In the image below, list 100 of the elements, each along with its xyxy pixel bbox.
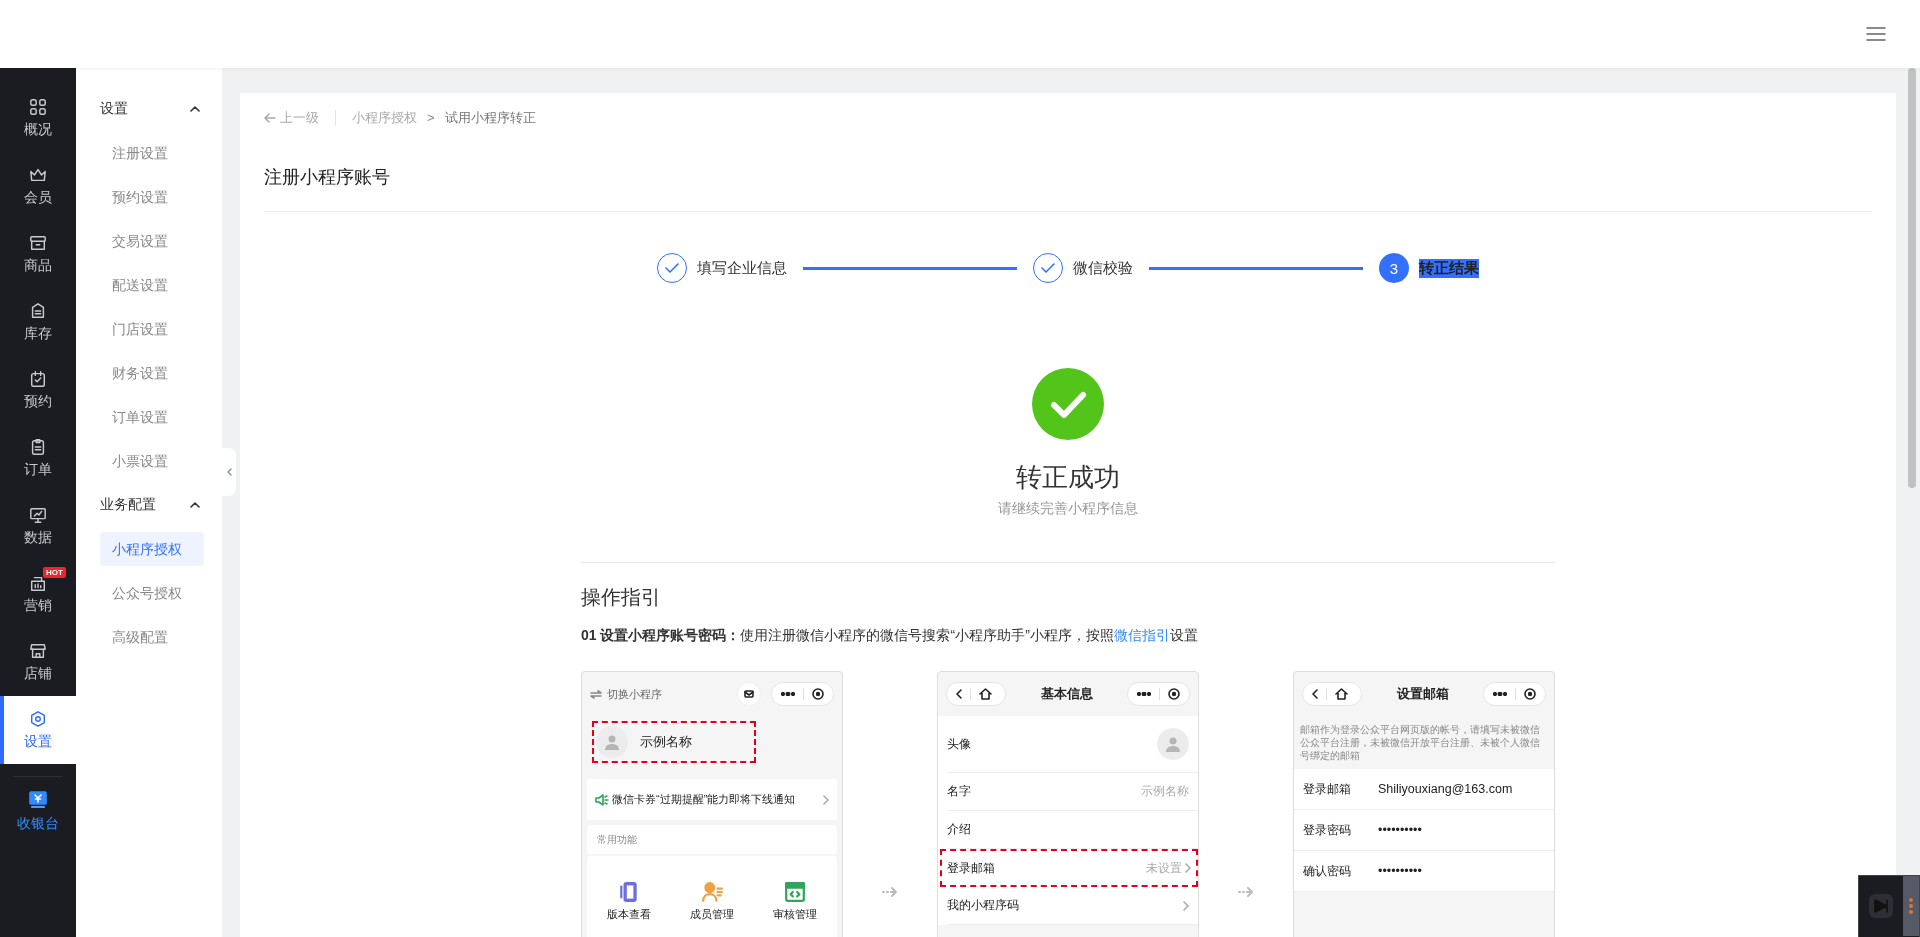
app-name: 示例名称: [640, 733, 692, 751]
breadcrumb-separator: >: [427, 109, 435, 127]
settings-icon: [29, 709, 47, 728]
nav-item[interactable]: 设置: [0, 696, 76, 764]
row-label: 介绍: [947, 821, 971, 838]
switch-label: 切换小程序: [590, 686, 662, 702]
menu-item[interactable]: 订单设置: [100, 400, 204, 434]
screen-title: 基本信息: [1040, 685, 1093, 703]
nav-item[interactable]: 订单: [0, 424, 76, 492]
guide-link[interactable]: 微信指引: [1113, 627, 1170, 643]
home-icon: [979, 688, 992, 700]
nav-label: 数据: [24, 528, 52, 547]
nav-label: 店铺: [24, 664, 52, 683]
record-icon: [1168, 688, 1180, 700]
menu-item[interactable]: 高级配置: [100, 620, 204, 654]
nav-label: 概况: [24, 120, 52, 139]
cashier-icon: [28, 789, 48, 810]
row-label: 头像: [947, 735, 971, 753]
check-icon: [665, 263, 679, 273]
row-label: 确认密码: [1303, 862, 1351, 880]
group-header[interactable]: 设置: [76, 87, 222, 131]
nav-label: 收银台: [17, 814, 59, 833]
store-icon: [29, 641, 47, 660]
step-label: 微信校验: [1073, 258, 1133, 278]
chart-icon: [29, 505, 47, 524]
nav-item[interactable]: 商品: [0, 220, 76, 288]
breadcrumb-link[interactable]: 小程序授权: [352, 109, 417, 127]
collapse-button[interactable]: [222, 448, 236, 496]
field-value: ••••••••••: [1378, 823, 1422, 837]
nav-label: 会员: [24, 188, 52, 207]
back-icon: [1312, 689, 1318, 699]
arrow-left-icon: [264, 113, 276, 123]
clipboard-icon: [29, 437, 47, 456]
person-icon: [1165, 736, 1181, 752]
function-label: 版本查看: [606, 906, 651, 922]
chevron-right-icon: [1185, 863, 1191, 873]
section-title: 操作指引: [581, 585, 662, 610]
row-label: 名字: [947, 783, 971, 800]
menu-item[interactable]: 公众号授权: [100, 576, 204, 610]
floating-widget[interactable]: [1858, 875, 1920, 937]
nav-label: 设置: [24, 732, 52, 751]
cashier-button[interactable]: 收银台: [0, 777, 76, 845]
menu-item[interactable]: 配送设置: [100, 268, 204, 302]
nav-label: 营销: [24, 596, 52, 615]
menu-item[interactable]: 财务设置: [100, 356, 204, 390]
person-icon: [604, 734, 620, 750]
nav-item[interactable]: 会员: [0, 152, 76, 220]
nav-label: 订单: [24, 460, 52, 479]
more-icon: [1493, 692, 1507, 696]
mail-icon: [744, 690, 754, 698]
dotted-arrow-icon: [1238, 886, 1254, 898]
box-icon: [29, 233, 47, 252]
step-label: 转正结果: [1419, 258, 1479, 278]
nav-item[interactable]: 预约: [0, 356, 76, 424]
group-header[interactable]: 业务配置: [76, 483, 222, 527]
chevron-up-icon: [190, 106, 200, 112]
breadcrumb-current: 试用小程序转正: [444, 109, 536, 127]
step-indicator: 3: [1379, 253, 1409, 283]
step-label: 填写企业信息: [697, 258, 787, 278]
record-icon: [812, 688, 824, 700]
field-value: ••••••••••: [1378, 864, 1422, 878]
swap-icon: [590, 689, 602, 699]
record-icon: [1524, 688, 1536, 700]
chevron-right-icon: [823, 794, 829, 805]
chevron-left-icon: [226, 468, 232, 476]
play-icon: [1867, 892, 1895, 920]
row-label: 登录邮箱: [1303, 780, 1351, 798]
field-value: Shiliyouxiang@163.com: [1378, 782, 1513, 796]
menu-item[interactable]: 小程序授权: [100, 532, 204, 566]
nav-label: 商品: [24, 256, 52, 275]
function-label: 成员管理: [690, 906, 734, 922]
menu-item[interactable]: 小票设置: [100, 444, 204, 478]
more-icon: [781, 692, 795, 696]
function-label: 审核管理: [773, 906, 818, 922]
nav-item[interactable]: HOT 营销: [0, 560, 76, 628]
chevron-up-icon: [190, 502, 200, 508]
instruction-text: 01 设置小程序账号密码：使用注册微信小程序的微信号搜索“小程序助手”小程序，按照微信指引 设置: [581, 626, 1199, 645]
nav-item[interactable]: 概况: [0, 84, 76, 152]
nav-label: 库存: [24, 324, 52, 343]
row-value: 示例名称: [1141, 783, 1189, 800]
back-icon: [956, 689, 962, 699]
menu-icon: [1866, 26, 1886, 42]
menu-item[interactable]: 门店设置: [100, 312, 204, 346]
calendar-icon: [29, 369, 47, 388]
nav-item[interactable]: 数据: [0, 492, 76, 560]
check-icon: [1041, 263, 1055, 273]
result-title: 转正成功: [1016, 461, 1120, 494]
row-label: 我的小程序码: [947, 897, 1019, 914]
menu-item[interactable]: 交易设置: [100, 224, 204, 258]
menu-item[interactable]: 预约设置: [100, 180, 204, 214]
nav-item[interactable]: 店铺: [0, 628, 76, 696]
more-vertical-icon: [1903, 876, 1919, 936]
row-label: 登录密码: [1303, 821, 1351, 839]
row-value: 未设置: [1146, 859, 1182, 877]
menu-item[interactable]: 注册设置: [100, 136, 204, 170]
speaker-icon: [595, 793, 609, 806]
nav-item[interactable]: 库存: [0, 288, 76, 356]
description-text: 邮箱作为登录公众平台网页版的帐号，请填写未被微信公众平台注册，未被微信开放平台注册、未被个人微信号绑定的邮箱: [1299, 723, 1541, 763]
nav-label: 预约: [24, 392, 52, 411]
row-label: 登录邮箱: [947, 859, 995, 877]
